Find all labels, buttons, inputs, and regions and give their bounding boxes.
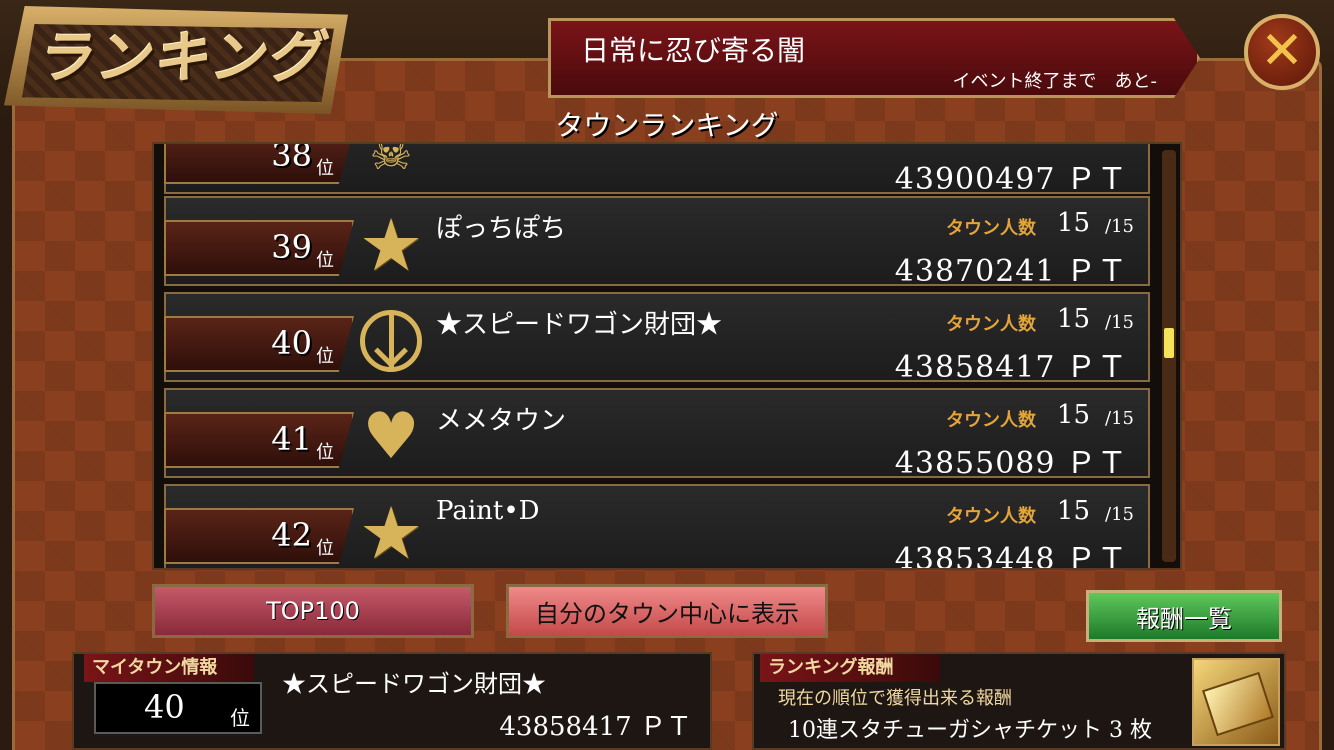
my-rank-box: 40 位 <box>94 682 262 734</box>
peace-icon <box>356 306 426 376</box>
town-name: Paint•D <box>436 496 540 526</box>
scrollbar[interactable] <box>1162 150 1176 562</box>
skull-icon: ☠ <box>369 142 413 181</box>
ranking-row[interactable]: 41 位 ♥ メメタウン タウン人数 15 /15 43855089 ＰＴ <box>164 388 1150 481</box>
members-label: タウン人数 <box>946 314 1036 335</box>
members-label: タウン人数 <box>946 218 1036 239</box>
members-count: 15 <box>1056 304 1090 334</box>
close-button[interactable]: ✕ <box>1244 14 1320 90</box>
members-max: /15 <box>1105 216 1134 237</box>
rank-number: 40 <box>271 324 312 362</box>
event-remaining-time: イベント終了まで あと- <box>952 71 1158 92</box>
ranking-list[interactable]: 38 位 ☠ 43900497 ＰＴ 39 位 ★ ぽっちぽち タウン人数 15… <box>152 142 1182 570</box>
my-town-label: マイタウン情報 <box>84 654 254 682</box>
town-name: メメタウン <box>436 406 567 436</box>
star-icon: ★ <box>358 491 424 570</box>
scroll-thumb[interactable] <box>1164 328 1174 358</box>
ranking-row[interactable]: 40 位 ★スピードワゴン財団★ タウン人数 15 /15 43858417 Ｐ… <box>164 292 1150 385</box>
rewards-list-button[interactable]: 報酬一覧 <box>1086 590 1282 642</box>
rank-number: 38 <box>271 142 312 174</box>
town-points: 43858417 ＰＴ <box>894 350 1128 385</box>
my-town-name: ★スピードワゴン財団★ <box>282 670 546 698</box>
rank-number: 42 <box>271 516 312 554</box>
town-points: 43900497 ＰＴ <box>894 162 1128 197</box>
rank-plate: 42 位 <box>164 508 354 564</box>
members-max: /15 <box>1105 504 1134 525</box>
rank-plate: 39 位 <box>164 220 354 276</box>
ranking-reward-item: 10連スタチューガシャチケット 3 枚 <box>788 718 1152 743</box>
ranking-reward-subtitle: 現在の順位で獲得出来る報酬 <box>778 688 1012 709</box>
section-title: タウンランキング <box>555 109 779 142</box>
members-count: 15 <box>1056 496 1090 526</box>
rank-plate: 41 位 <box>164 412 354 468</box>
heart-icon: ♥ <box>362 400 420 474</box>
town-name: ぽっちぽち <box>436 214 567 244</box>
ranking-row[interactable]: 39 位 ★ ぽっちぽち タウン人数 15 /15 43870241 ＰＴ <box>164 196 1150 289</box>
my-town-points: 43858417 ＰＴ <box>499 712 692 742</box>
members-label: タウン人数 <box>946 410 1036 431</box>
rank-number: 39 <box>271 228 312 266</box>
page-title: ランキング <box>32 25 336 91</box>
event-banner: 日常に忍び寄る闇 イベント終了まで あと- <box>548 18 1200 98</box>
town-points: 43853448 ＰＴ <box>894 542 1128 570</box>
top100-button[interactable]: TOP100 <box>152 584 474 638</box>
ranking-row[interactable]: 42 位 ★ Paint•D タウン人数 15 /15 43853448 ＰＴ <box>164 484 1150 570</box>
members-max: /15 <box>1105 408 1134 429</box>
town-name: ★スピードワゴン財団★ <box>436 310 723 340</box>
town-points: 43870241 ＰＴ <box>894 254 1128 289</box>
members-label: タウン人数 <box>946 506 1036 527</box>
members-max: /15 <box>1105 312 1134 333</box>
rank-number: 41 <box>271 420 312 458</box>
rank-suffix: 位 <box>316 158 334 179</box>
rank-suffix: 位 <box>316 442 334 463</box>
close-icon: ✕ <box>1260 21 1304 81</box>
center-my-town-button[interactable]: 自分のタウン中心に表示 <box>506 584 828 638</box>
rank-suffix: 位 <box>316 538 334 559</box>
ranking-row[interactable]: 38 位 ☠ 43900497 ＰＴ <box>164 142 1150 197</box>
ranking-reward-label: ランキング報酬 <box>760 654 940 682</box>
rank-suffix: 位 <box>316 346 334 367</box>
rank-plate: 38 位 <box>164 142 354 184</box>
town-points: 43855089 ＰＴ <box>894 446 1128 481</box>
my-rank-number: 40 <box>144 688 185 726</box>
gacha-ticket-icon[interactable] <box>1192 658 1280 746</box>
rank-plate: 40 位 <box>164 316 354 372</box>
members-count: 15 <box>1056 208 1090 238</box>
ranking-reward-panel: ランキング報酬 現在の順位で獲得出来る報酬 10連スタチューガシャチケット 3 … <box>752 652 1286 750</box>
members-count: 15 <box>1056 400 1090 430</box>
my-rank-suffix: 位 <box>230 706 250 730</box>
star-icon: ★ <box>358 203 424 287</box>
rank-suffix: 位 <box>316 250 334 271</box>
my-town-panel: マイタウン情報 40 位 ★スピードワゴン財団★ 43858417 ＰＴ <box>72 652 712 750</box>
event-title: 日常に忍び寄る闇 <box>581 34 806 67</box>
